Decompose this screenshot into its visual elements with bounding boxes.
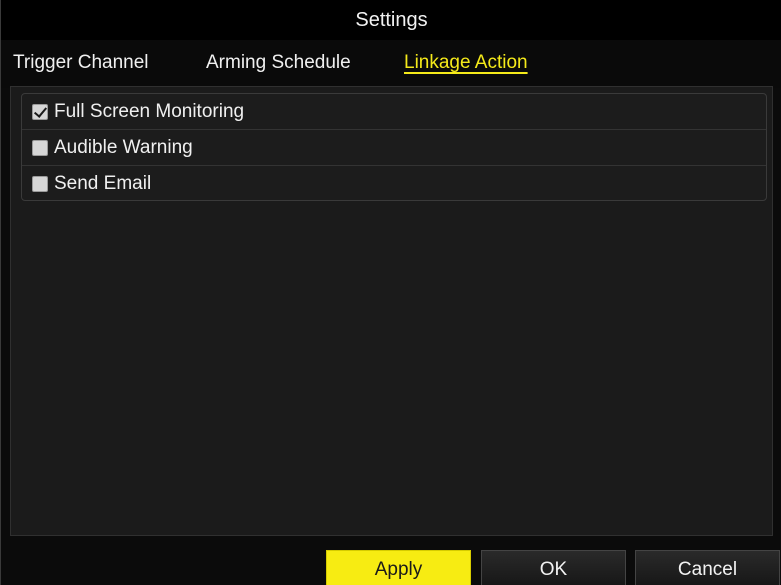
- send-email-label: Send Email: [54, 173, 152, 194]
- settings-dialog: Settings Trigger Channel Arming Schedule…: [0, 0, 781, 585]
- option-full-screen-monitoring[interactable]: Full Screen Monitoring: [22, 94, 766, 130]
- tab-arming-schedule[interactable]: Arming Schedule: [206, 52, 351, 74]
- ok-button[interactable]: OK: [481, 550, 626, 585]
- tab-trigger-channel[interactable]: Trigger Channel: [13, 52, 149, 74]
- option-audible-warning[interactable]: Audible Warning: [22, 130, 766, 166]
- audible-warning-checkbox[interactable]: [32, 140, 48, 156]
- tab-bar: Trigger Channel Arming Schedule Linkage …: [1, 40, 781, 88]
- apply-button[interactable]: Apply: [326, 550, 471, 585]
- full-screen-monitoring-label: Full Screen Monitoring: [54, 101, 245, 122]
- option-send-email[interactable]: Send Email: [22, 166, 766, 202]
- dialog-footer: Apply OK Cancel: [1, 536, 781, 585]
- cancel-button[interactable]: Cancel: [635, 550, 780, 585]
- linkage-option-list: Full Screen Monitoring Audible Warning S…: [21, 93, 767, 201]
- full-screen-monitoring-checkbox[interactable]: [32, 104, 48, 120]
- tab-linkage-action[interactable]: Linkage Action: [404, 52, 528, 74]
- dialog-title: Settings: [1, 0, 781, 40]
- audible-warning-label: Audible Warning: [54, 137, 193, 158]
- send-email-checkbox[interactable]: [32, 176, 48, 192]
- linkage-action-panel: Full Screen Monitoring Audible Warning S…: [10, 86, 773, 536]
